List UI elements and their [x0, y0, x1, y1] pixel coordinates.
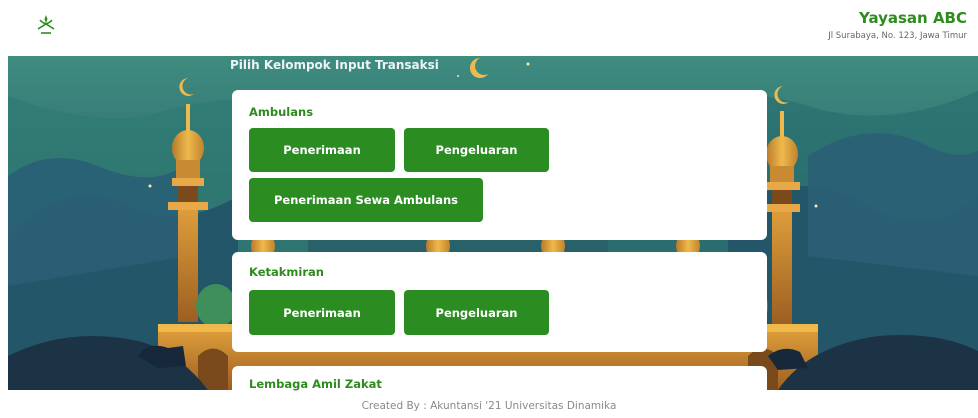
section-title: Ketakmiran [249, 265, 324, 279]
crescent-star-logo-icon[interactable] [33, 12, 59, 38]
page-title: Pilih Kelompok Input Transaksi [230, 58, 439, 72]
top-bar: Yayasan ABC Jl Surabaya, No. 123, Jawa T… [0, 0, 978, 56]
ambulans-penerimaan-sewa-button[interactable]: Penerimaan Sewa Ambulans [249, 178, 483, 222]
ketakmiran-pengeluaran-button[interactable]: Pengeluaran [404, 290, 549, 335]
organization-info: Yayasan ABC Jl Surabaya, No. 123, Jawa T… [828, 8, 967, 41]
section-title: Ambulans [249, 105, 314, 119]
footer-credit: Created By : Akuntansi '21 Universitas D… [361, 400, 617, 412]
ambulans-pengeluaran-button[interactable]: Pengeluaran [404, 128, 549, 172]
section-card-ketakmiran: Ketakmiran Penerimaan Pengeluaran [232, 252, 767, 352]
organization-address: Jl Surabaya, No. 123, Jawa Timur [828, 31, 967, 41]
section-card-ambulans: Ambulans Penerimaan Pengeluaran Penerima… [232, 90, 767, 240]
section-title: Lembaga Amil Zakat [249, 377, 382, 391]
ambulans-penerimaan-button[interactable]: Penerimaan [249, 128, 395, 172]
organization-name: Yayasan ABC [858, 9, 967, 27]
ketakmiran-penerimaan-button[interactable]: Penerimaan [249, 290, 395, 335]
